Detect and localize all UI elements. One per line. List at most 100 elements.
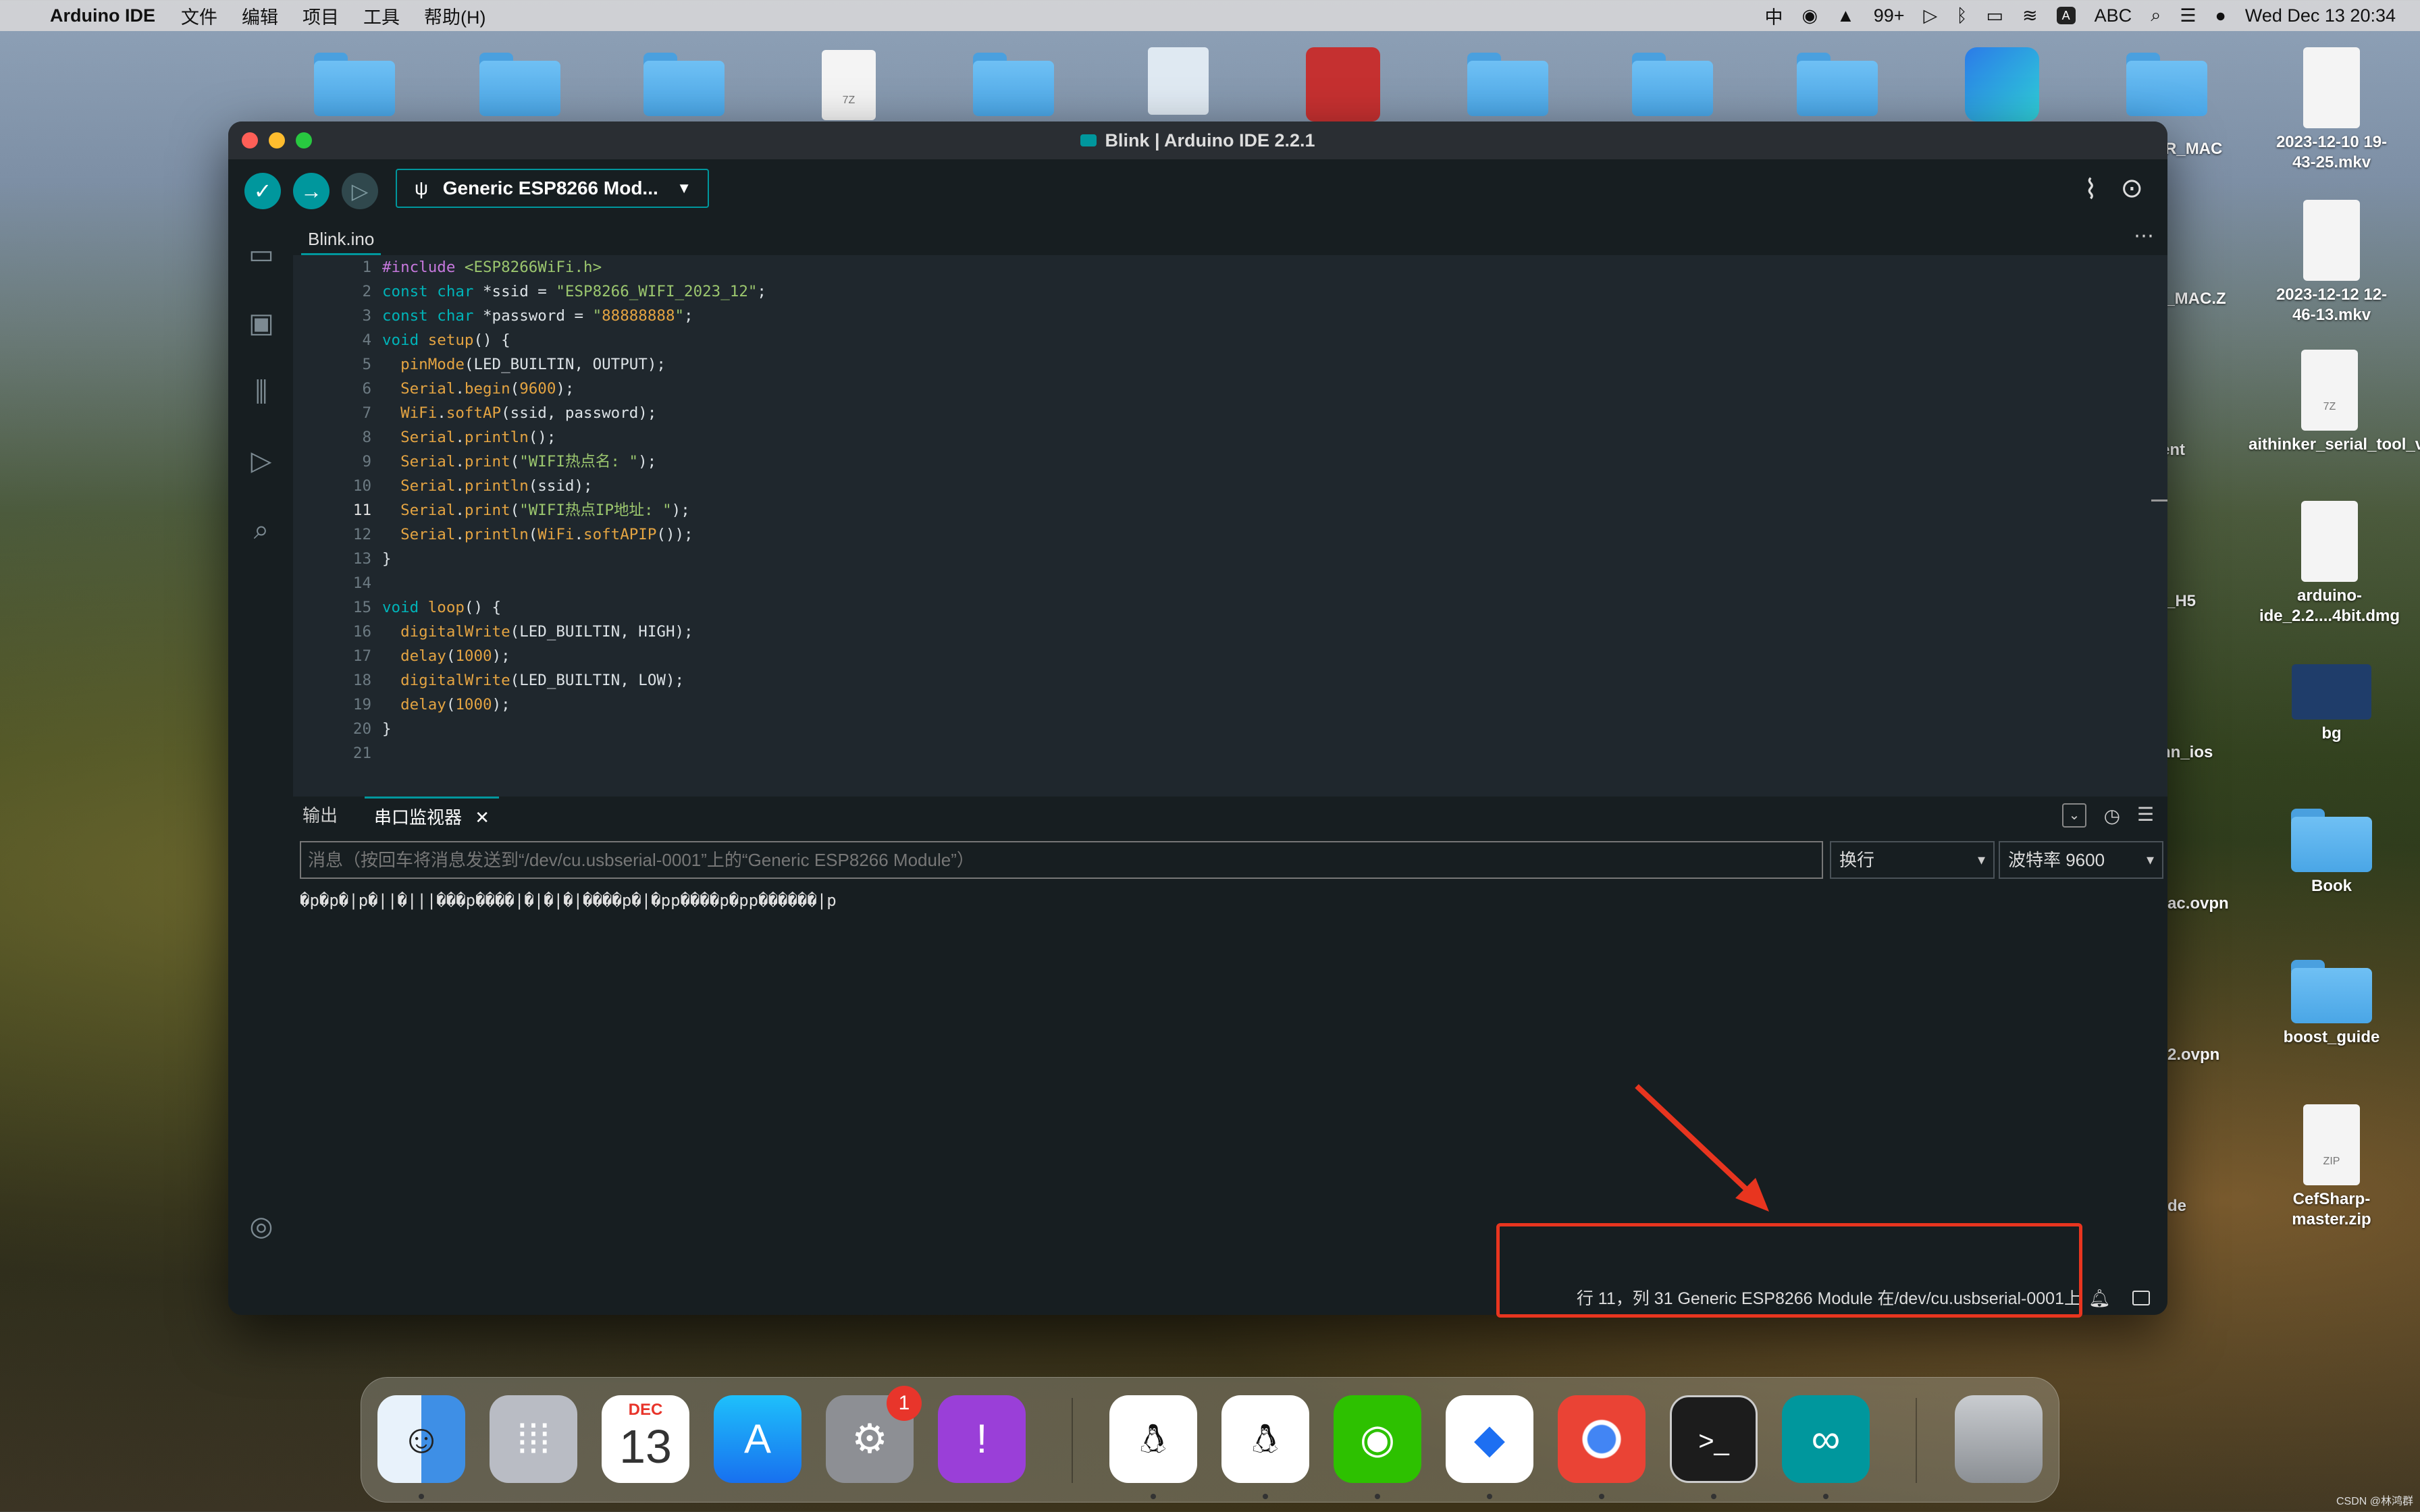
minimize-window-button[interactable]: [269, 132, 285, 148]
desktop-item-label[interactable]: ac.ovpn: [2167, 894, 2235, 914]
menu-tools[interactable]: 工具: [363, 3, 400, 29]
tab-output[interactable]: 输出: [302, 796, 338, 834]
bluetooth-icon[interactable]: ᛒ: [1956, 5, 1967, 26]
panel-toggle-icon[interactable]: [2132, 1291, 2150, 1305]
library-manager-icon[interactable]: ⫼: [244, 375, 278, 409]
clear-output-icon[interactable]: ☰: [2137, 803, 2154, 826]
serial-message-input[interactable]: 消息（按回车将消息发送到“/dev/cu.usbserial-0001”上的“G…: [300, 841, 1823, 879]
code-line[interactable]: 21: [293, 741, 2167, 765]
desktop-folder[interactable]: [1780, 53, 1895, 120]
code-line[interactable]: 16 digitalWrite(LED_BUILTIN, HIGH);: [293, 620, 2167, 644]
more-actions-icon[interactable]: ⋯: [2134, 224, 2154, 248]
qq-icon[interactable]: 🐧︎: [1109, 1395, 1197, 1483]
menu-clock[interactable]: Wed Dec 13 20:34: [2245, 5, 2396, 26]
desktop-video-file[interactable]: 2023-12-12 12-46-13.mkv: [2274, 200, 2389, 325]
desktop-7z-file[interactable]: 7Zaithinker_serial_tool_v1.2.3.7z: [2248, 350, 2420, 455]
finder-icon[interactable]: ☺: [377, 1395, 465, 1483]
code-line[interactable]: 20}: [293, 717, 2167, 741]
serial-plotter-icon[interactable]: ⌇: [2084, 174, 2097, 205]
code-line[interactable]: 3 const char *password = "88888888";: [293, 304, 2167, 328]
upload-button[interactable]: →: [293, 173, 330, 209]
desktop-7z-file[interactable]: 7Z: [791, 50, 906, 124]
calendar-icon[interactable]: DEC 13: [602, 1395, 689, 1483]
desktop-folder[interactable]: [627, 53, 741, 120]
zoom-window-button[interactable]: [296, 132, 312, 148]
menu-file[interactable]: 文件: [181, 3, 217, 29]
close-icon[interactable]: ✕: [475, 807, 490, 828]
desktop-folder[interactable]: [956, 53, 1071, 120]
boards-manager-icon[interactable]: ▣: [244, 306, 278, 340]
tab-blink-ino[interactable]: Blink.ino: [301, 217, 382, 255]
desktop-video-file[interactable]: 2023-12-10 19-43-25.mkv: [2274, 47, 2389, 173]
desktop-arm-app-icon[interactable]: [1286, 47, 1400, 126]
chrome-icon[interactable]: [1558, 1395, 1646, 1483]
code-line[interactable]: 7 WiFi.softAP(ssid, password);: [293, 401, 2167, 425]
serial-monitor-icon[interactable]: ⊙: [2120, 173, 2143, 204]
keyboard-layout[interactable]: ABC: [2095, 5, 2132, 26]
spotlight-search-icon[interactable]: ⌕: [2151, 5, 2161, 26]
battery-icon[interactable]: ▭: [1987, 5, 2004, 26]
menu-sketch[interactable]: 项目: [302, 3, 339, 29]
desktop-zip-file[interactable]: ZIP CefSharp-master.zip: [2274, 1104, 2389, 1230]
sketchbook-folder-icon[interactable]: ▭: [244, 238, 278, 271]
app-menu[interactable]: Arduino IDE: [50, 5, 155, 26]
verify-button[interactable]: ✓: [244, 173, 281, 209]
keyboard-a-icon[interactable]: A: [2056, 7, 2076, 24]
code-editor[interactable]: 1 #include <ESP8266WiFi.h> 2 const char *ss…: [293, 255, 2167, 796]
code-line[interactable]: 1 #include <ESP8266WiFi.h>: [293, 255, 2167, 279]
code-line[interactable]: 12 Serial.println(WiFi.softAPIP());: [293, 522, 2167, 547]
desktop-item-label[interactable]: ent: [2161, 440, 2228, 460]
code-line[interactable]: 17 delay(1000);: [293, 644, 2167, 668]
code-line[interactable]: 18 digitalWrite(LED_BUILTIN, LOW);: [293, 668, 2167, 693]
desktop-folder[interactable]: [297, 53, 412, 120]
code-line[interactable]: 5 pinMode(LED_BUILTIN, OUTPUT);: [293, 352, 2167, 377]
desktop-folder[interactable]: [1450, 53, 1565, 120]
arduino-ide-icon[interactable]: ∞: [1782, 1395, 1870, 1483]
desktop-folder[interactable]: [1615, 53, 1730, 120]
trash-icon[interactable]: [1955, 1395, 2043, 1483]
menu-help[interactable]: 帮助(H): [424, 3, 485, 29]
desktop-image-file[interactable]: bg: [2274, 664, 2389, 744]
desktop-copilot-icon[interactable]: [1945, 47, 2059, 126]
baud-rate-select[interactable]: 波特率 9600: [1999, 841, 2163, 879]
code-line[interactable]: 14: [293, 571, 2167, 595]
timestamp-toggle-icon[interactable]: ◷: [2104, 805, 2120, 827]
code-line[interactable]: 2 const char *ssid = "ESP8266_WIFI_2023_1…: [293, 279, 2167, 304]
qq-status-icon[interactable]: ▲: [1837, 5, 1855, 26]
desktop-item-label[interactable]: hn_ios: [2161, 742, 2228, 763]
feedback-assistant-icon[interactable]: !: [938, 1395, 1026, 1483]
board-selector[interactable]: ψ Generic ESP8266 Mod... ▼: [396, 169, 709, 208]
search-icon[interactable]: ⌕: [244, 513, 278, 547]
desktop-installer-icon[interactable]: [1121, 47, 1236, 119]
app-store-icon[interactable]: A: [714, 1395, 801, 1483]
qq-icon[interactable]: 🐧︎: [1221, 1395, 1309, 1483]
desktop-folder[interactable]: Book: [2274, 809, 2389, 896]
code-line[interactable]: 11 Serial.print("WIFI热点IP地址: ");: [293, 498, 2167, 522]
system-settings-icon[interactable]: ⚙ 1: [826, 1386, 922, 1483]
code-line[interactable]: 15 void loop() {: [293, 595, 2167, 620]
desktop-folder[interactable]: [2109, 53, 2224, 120]
control-center-icon[interactable]: ☰: [2180, 5, 2196, 26]
desktop-item-label[interactable]: 2.ovpn: [2167, 1045, 2235, 1065]
lark-icon[interactable]: ◆: [1446, 1395, 1533, 1483]
terminal-icon[interactable]: >_: [1670, 1395, 1758, 1483]
siri-icon[interactable]: ●: [2215, 5, 2226, 26]
wechat-status-icon[interactable]: ◉: [1801, 5, 1818, 26]
wifi-icon[interactable]: ≋: [2022, 5, 2038, 26]
code-line[interactable]: 13}: [293, 547, 2167, 571]
desktop-item-label[interactable]: t_H5: [2161, 591, 2228, 612]
code-line[interactable]: 4 void setup() {: [293, 328, 2167, 352]
line-ending-select[interactable]: 换行: [1830, 841, 1995, 879]
code-line[interactable]: 10 Serial.println(ssid);: [293, 474, 2167, 498]
bell-icon[interactable]: 🔔︎: [2088, 1288, 2111, 1309]
desktop-folder[interactable]: [463, 53, 577, 120]
code-line[interactable]: 9 Serial.print("WIFI热点名: ");: [293, 450, 2167, 474]
desktop-folder[interactable]: boost_guide: [2274, 960, 2389, 1048]
desktop-dmg-file[interactable]: arduino-ide_2.2....4bit.dmg: [2248, 501, 2411, 626]
code-line[interactable]: 8 Serial.println();: [293, 425, 2167, 450]
notification-count[interactable]: 99+: [1874, 5, 1905, 26]
media-play-icon[interactable]: ▷: [1924, 5, 1938, 26]
account-icon[interactable]: ◎: [244, 1210, 278, 1243]
tab-serial-monitor[interactable]: 串口监视器 ✕: [365, 796, 500, 834]
code-line[interactable]: 19 delay(1000);: [293, 693, 2167, 717]
